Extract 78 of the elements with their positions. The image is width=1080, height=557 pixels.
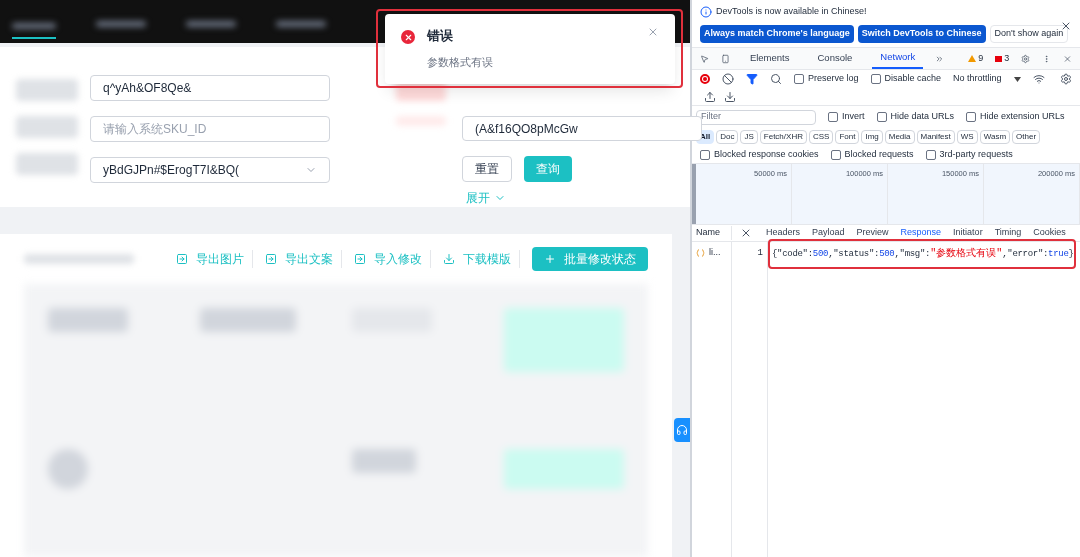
checkbox[interactable] <box>794 74 804 84</box>
checkbox-label: Hide data URLs <box>890 110 955 124</box>
headset-icon <box>676 424 688 436</box>
error-icon <box>401 30 415 44</box>
detail-tab[interactable]: Initiator <box>947 225 989 241</box>
checkbox[interactable] <box>966 112 977 122</box>
request-row[interactable]: li... <box>696 246 727 260</box>
settings-icon[interactable] <box>1060 73 1072 85</box>
toast-message: 参数格式有误 <box>427 54 494 70</box>
inspect-icon[interactable] <box>700 52 709 65</box>
checkbox[interactable] <box>830 149 841 160</box>
detail-tab[interactable]: Headers <box>760 225 807 241</box>
checkbox[interactable] <box>870 74 881 84</box>
line-number: 1 <box>757 248 763 258</box>
record-icon[interactable] <box>700 74 710 84</box>
type-filter-chip[interactable]: Wasm <box>979 130 1011 144</box>
toast-title: 错误 <box>427 27 454 45</box>
checkbox-label: Blocked response cookies <box>714 147 819 161</box>
download-icon <box>443 253 455 265</box>
type-filter-chip[interactable]: Doc <box>716 130 739 144</box>
type-filter-chip[interactable]: Font <box>835 130 860 144</box>
banner-button[interactable]: Switch DevTools to Chinese <box>857 24 986 43</box>
error-count[interactable]: 3 <box>995 51 1010 66</box>
select-field[interactable]: yBdGJPn#$ErogT7I&BQ( <box>90 157 330 183</box>
type-filter-chip[interactable]: Fetch/XHR <box>759 130 807 144</box>
detail-tab[interactable]: Timing <box>988 225 1028 241</box>
checkbox[interactable] <box>876 112 887 122</box>
caret-down-icon <box>1013 76 1021 82</box>
checkbox[interactable] <box>700 149 710 160</box>
close-icon[interactable] <box>740 227 752 239</box>
plus-icon <box>544 253 556 265</box>
type-filter-chip[interactable]: Img <box>861 130 883 144</box>
warning-count[interactable]: 9 <box>968 51 984 66</box>
settings-icon[interactable] <box>1021 52 1031 65</box>
type-filter-chip[interactable]: Media <box>884 130 915 144</box>
type-filter-chip[interactable]: JS <box>740 130 758 144</box>
type-filter-chip[interactable]: CSS <box>808 130 834 144</box>
reset-button[interactable]: 重置 <box>462 156 512 182</box>
response-code-line: {"code":500,"status":500,"msg":"参数格式有误","error":true} <box>772 249 1074 259</box>
banner-button[interactable]: Always match Chrome's language <box>700 24 854 43</box>
warning-icon <box>968 55 977 62</box>
devtools-tab[interactable]: Console <box>809 48 861 69</box>
active-tab-indicator <box>12 37 56 39</box>
info-icon <box>700 5 712 18</box>
type-filter-chip[interactable]: Manifest <box>916 130 955 144</box>
checkbox-label: 3rd-party requests <box>939 147 1013 161</box>
detail-tab[interactable]: Cookies <box>1027 225 1072 241</box>
checkbox[interactable] <box>828 112 838 122</box>
checkbox-label: Disable cache <box>884 72 942 86</box>
input-field[interactable]: (A&f16QO8pMcGw <box>462 116 702 141</box>
banner-message: DevTools is now available in Chinese! <box>716 5 867 18</box>
blurred-label <box>16 116 78 138</box>
detail-tab[interactable]: Payload <box>806 225 851 241</box>
name-column-header: Name <box>692 226 732 240</box>
throttling-select[interactable]: No throttling <box>953 72 1021 86</box>
detail-tab[interactable]: Response <box>894 225 948 241</box>
blurred-label <box>16 153 78 175</box>
network-conditions-icon[interactable] <box>1032 73 1045 85</box>
type-filter-chip[interactable]: Other <box>1012 130 1041 144</box>
devtools-tab[interactable]: Network <box>872 48 924 69</box>
checkbox-label: Hide extension URLs <box>980 110 1065 124</box>
braces-icon <box>696 248 705 257</box>
banner-button[interactable]: Don't show again <box>989 24 1069 43</box>
checkbox[interactable] <box>925 149 936 160</box>
clear-icon[interactable] <box>722 73 734 85</box>
search-icon[interactable] <box>770 73 782 85</box>
support-tab[interactable] <box>674 418 690 442</box>
checkbox-label: Invert <box>842 110 865 124</box>
filter-icon[interactable] <box>746 73 758 85</box>
devtools-tab[interactable]: Elements <box>741 48 798 69</box>
detail-tab[interactable]: Preview <box>850 225 895 241</box>
checkbox-label: Preserve log <box>808 72 859 86</box>
input-field[interactable]: q^yAh&OF8Qe& <box>90 75 330 101</box>
device-icon[interactable] <box>720 52 730 65</box>
type-filter-chip[interactable]: WS <box>956 130 978 144</box>
checkbox-label: Blocked requests <box>844 147 914 161</box>
filter-field[interactable]: Filter <box>696 109 816 125</box>
blurred-label <box>16 79 78 101</box>
